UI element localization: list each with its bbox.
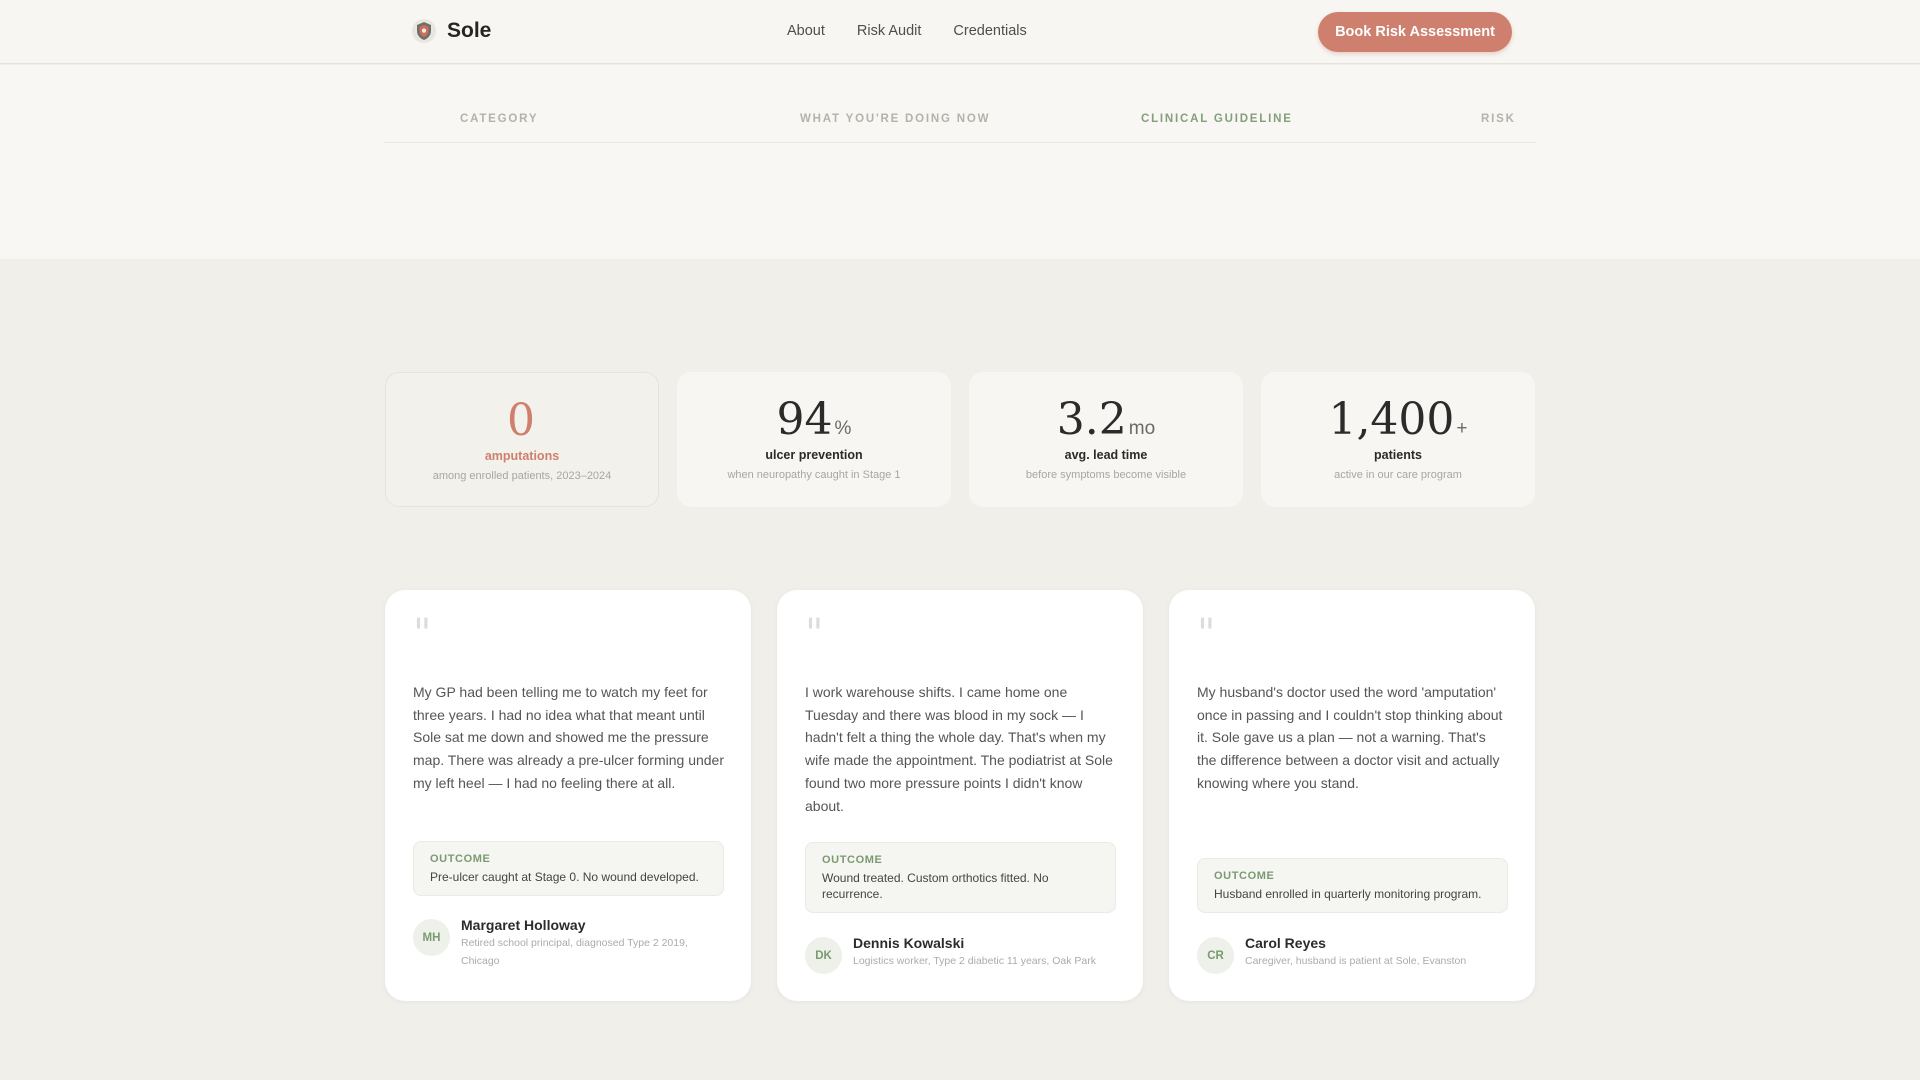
testimonial-card: " My GP had been telling me to watch my …: [385, 590, 751, 1001]
testimonial-card: " I work warehouse shifts. I came home o…: [777, 590, 1143, 1001]
main-nav: About Risk Audit Credentials: [787, 23, 1027, 39]
stat-unit: %: [834, 418, 852, 439]
stat-card-amputations: 0 amputations among enrolled patients, 2…: [385, 372, 659, 507]
stat-label: avg. lead time: [1064, 448, 1148, 462]
stat-caption: among enrolled patients, 2023–2024: [432, 470, 612, 482]
stat-number: 1,400: [1328, 394, 1455, 445]
stat-label: amputations: [484, 449, 560, 463]
brand-logo[interactable]: Sole: [411, 18, 491, 44]
testimonial-quote: I work warehouse shifts. I came home one…: [805, 684, 1113, 814]
column-header-risk: RISK: [1481, 113, 1516, 125]
nav-link-credentials[interactable]: Credentials: [953, 23, 1026, 39]
testimonial-author: DK Dennis Kowalski Logistics worker, Typ…: [805, 935, 1123, 974]
outcome-box: OUTCOME Wound treated. Custom orthotics …: [805, 842, 1116, 913]
stat-unit: +: [1456, 418, 1468, 439]
stat-label: ulcer prevention: [765, 448, 863, 462]
avatar: MH: [413, 919, 450, 956]
stat-label: patients: [1374, 448, 1422, 462]
outcome-label: OUTCOME: [430, 853, 491, 865]
quote-mark-icon: ": [805, 611, 824, 657]
outcome-text: Husband enrolled in quarterly monitoring…: [1214, 887, 1482, 901]
quote-mark-icon: ": [1197, 611, 1216, 657]
book-risk-assessment-button[interactable]: Book Risk Assessment: [1318, 12, 1512, 52]
comparison-section: CATEGORY WHAT YOU'RE DOING NOW CLINICAL …: [0, 65, 1920, 259]
stat-value: 94%: [677, 394, 951, 445]
nav-link-about[interactable]: About: [787, 23, 825, 39]
author-name: Margaret Holloway: [461, 917, 586, 933]
testimonial-author: MH Margaret Holloway Retired school prin…: [413, 917, 719, 970]
brand-name: Sole: [447, 19, 492, 42]
stat-caption: before symptoms become visible: [1025, 469, 1187, 481]
quote-mark-icon: ": [413, 611, 432, 657]
column-header-current-practice: WHAT YOU'RE DOING NOW: [800, 113, 991, 125]
stat-card-patients: 1,400 + patients active in our care progr…: [1261, 372, 1535, 507]
outcome-box: OUTCOME Pre-ulcer caught at Stage 0. No …: [413, 841, 724, 896]
outcome-text: Pre-ulcer caught at Stage 0. No wound de…: [430, 870, 699, 884]
stat-number: 3.2: [1056, 394, 1127, 445]
comparison-table-header: CATEGORY WHAT YOU'RE DOING NOW CLINICAL …: [384, 113, 1536, 143]
author-name: Dennis Kowalski: [853, 935, 965, 951]
author-description: Caregiver, husband is patient at Sole, E…: [1245, 955, 1467, 967]
stat-number: 0: [507, 395, 535, 446]
stat-card-ulcer-prevention: 94% ulcer prevention when neuropathy cau…: [677, 372, 951, 507]
outcome-label: OUTCOME: [1214, 870, 1275, 882]
author-description: Logistics worker, Type 2 diabetic 11 yea…: [853, 955, 1096, 967]
testimonial-quote: My GP had been telling me to watch my fe…: [413, 684, 725, 791]
author-name: Carol Reyes: [1245, 935, 1326, 951]
nav-link-risk-audit[interactable]: Risk Audit: [857, 23, 921, 39]
column-header-category: CATEGORY: [460, 113, 539, 125]
outcome-label: OUTCOME: [822, 854, 883, 866]
avatar: DK: [805, 937, 842, 974]
testimonial-quote: My husband's doctor used the word 'amput…: [1197, 684, 1503, 791]
author-description: Retired school principal, diagnosed Type…: [461, 937, 688, 967]
stat-unit: mo: [1128, 418, 1156, 439]
stat-value: 3.2 mo: [969, 394, 1243, 445]
stat-caption: active in our care program: [1334, 469, 1462, 481]
shield-logo-icon: [412, 19, 436, 43]
testimonial-card: " My husband's doctor used the word 'amp…: [1169, 590, 1535, 1001]
column-header-clinical-guideline: CLINICAL GUIDELINE: [1141, 113, 1293, 125]
testimonial-author: CR Carol Reyes Caregiver, husband is pat…: [1197, 935, 1515, 974]
stat-value: 1,400 +: [1261, 394, 1535, 445]
outcome-box: OUTCOME Husband enrolled in quarterly mo…: [1197, 858, 1508, 913]
outcome-text: Wound treated. Custom orthotics fitted. …: [822, 871, 1049, 901]
stat-caption: when neuropathy caught in Stage 1: [727, 469, 901, 481]
stat-card-lead-time: 3.2 mo avg. lead time before symptoms bec…: [969, 372, 1243, 507]
top-navigation-bar: Sole About Risk Audit Credentials Book R…: [0, 0, 1920, 64]
stat-number: 94: [776, 394, 833, 445]
stat-value: 0: [386, 395, 658, 446]
avatar: CR: [1197, 937, 1234, 974]
